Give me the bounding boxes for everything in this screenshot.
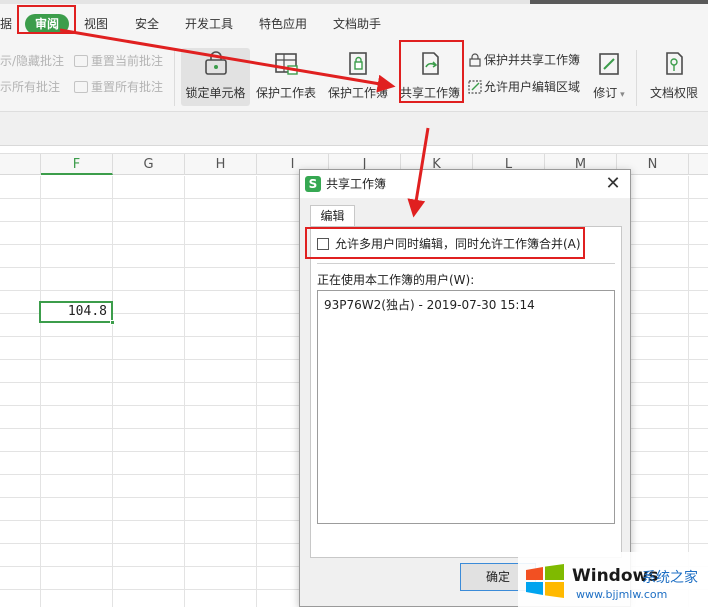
tab-view[interactable]: 视图 <box>84 15 108 33</box>
tab-developer-tools[interactable]: 开发工具 <box>185 15 233 33</box>
reset-all-icon <box>74 81 88 93</box>
edit-range-icon <box>468 80 482 94</box>
reset-current-comment-label: 重置当前批注 <box>91 54 164 68</box>
show-all-comments-button[interactable]: 示所有批注 <box>0 78 60 96</box>
protect-share-icon <box>469 53 481 67</box>
show-hide-comments-button[interactable]: 示/隐藏批注 <box>0 52 64 70</box>
column-header-f[interactable]: F <box>41 154 113 175</box>
protect-workbook-icon <box>349 52 367 75</box>
selected-cell[interactable]: 104.8 <box>39 301 115 325</box>
column-header-h[interactable]: H <box>185 154 257 175</box>
revisions-text: 修订 <box>593 86 618 100</box>
annotation-box-checkbox <box>305 227 585 259</box>
users-list-label: 正在使用本工作簿的用户(W): <box>317 273 475 287</box>
protect-sheet-label: 保护工作表 <box>255 86 316 100</box>
doc-permissions-button[interactable]: 文档权限 <box>644 48 704 108</box>
annotation-box-review-tab <box>17 5 76 34</box>
allow-edit-ranges-label: 允许用户编辑区域 <box>484 80 581 94</box>
wps-sheet-app-icon: S <box>305 176 321 192</box>
watermark-brand-cn: 系统之家 <box>642 570 698 586</box>
dialog-title: 共享工作簿 <box>326 177 387 191</box>
tab-data[interactable]: 据 <box>0 15 12 33</box>
lock-cells-button[interactable]: 锁定单元格 <box>181 48 250 108</box>
annotation-box-share-workbook <box>399 40 464 103</box>
watermark: Windows 系统之家 www.bjjmlw.com <box>518 552 708 607</box>
ribbon-divider <box>174 50 175 106</box>
list-item[interactable]: 93P76W2(独占) - 2019-07-30 15:14 <box>324 296 535 313</box>
menu-bar: 据 审阅 视图 安全 开发工具 特色应用 文档助手 <box>0 0 708 44</box>
protect-and-share-label: 保护并共享工作簿 <box>484 53 581 67</box>
dialog-title-bar[interactable]: S 共享工作簿 ✕ <box>300 170 630 198</box>
allow-edit-ranges-button[interactable]: 允许用户编辑区域 <box>468 77 580 97</box>
doc-permissions-label: 文档权限 <box>649 86 698 100</box>
tab-special-apps[interactable]: 特色应用 <box>259 15 307 33</box>
fill-handle[interactable] <box>110 320 115 325</box>
dialog-edit-panel: 允许多用户同时编辑，同时允许工作簿合并(A) 正在使用本工作簿的用户(W): 9… <box>310 226 622 558</box>
reset-icon <box>74 55 88 67</box>
revisions-button[interactable]: 修订 ▾ <box>590 48 628 108</box>
doc-permissions-icon <box>666 52 683 75</box>
ribbon: 示/隐藏批注 示所有批注 重置当前批注 重置所有批注 锁定单元格 保护工作表 保… <box>0 44 708 112</box>
revisions-icon <box>599 53 619 75</box>
tab-doc-assistant[interactable]: 文档助手 <box>333 15 381 33</box>
protect-sheet-icon <box>275 53 298 75</box>
reset-all-comments-button[interactable]: 重置所有批注 <box>74 78 163 96</box>
revisions-label: 修订 ▾ <box>590 84 628 101</box>
ribbon-divider <box>636 50 637 106</box>
column-header-g[interactable]: G <box>113 154 185 175</box>
protect-and-share-button[interactable]: 保护并共享工作簿 <box>468 50 580 70</box>
watermark-url: www.bjjmlw.com <box>576 588 668 601</box>
dropdown-caret-icon: ▾ <box>617 90 625 100</box>
reset-current-comment-button[interactable]: 重置当前批注 <box>74 52 163 70</box>
lock-cells-label: 锁定单元格 <box>185 86 246 100</box>
reset-all-comments-label: 重置所有批注 <box>91 80 164 94</box>
cell-value: 104.8 <box>67 304 107 319</box>
windows-logo-icon <box>526 564 564 598</box>
divider <box>317 263 615 264</box>
users-listbox[interactable]: 93P76W2(独占) - 2019-07-30 15:14 <box>317 290 615 524</box>
formula-bar-area <box>0 112 708 146</box>
protect-workbook-button[interactable]: 保护工作簿 <box>322 48 394 108</box>
column-header-partial[interactable] <box>0 154 41 175</box>
lock-cell-icon <box>204 51 227 75</box>
tab-security[interactable]: 安全 <box>135 15 159 33</box>
protect-workbook-label: 保护工作簿 <box>327 86 388 100</box>
title-strip <box>0 0 708 4</box>
tab-edit[interactable]: 编辑 <box>310 205 355 227</box>
protect-sheet-button[interactable]: 保护工作表 <box>252 48 320 108</box>
close-icon[interactable]: ✕ <box>602 173 624 195</box>
